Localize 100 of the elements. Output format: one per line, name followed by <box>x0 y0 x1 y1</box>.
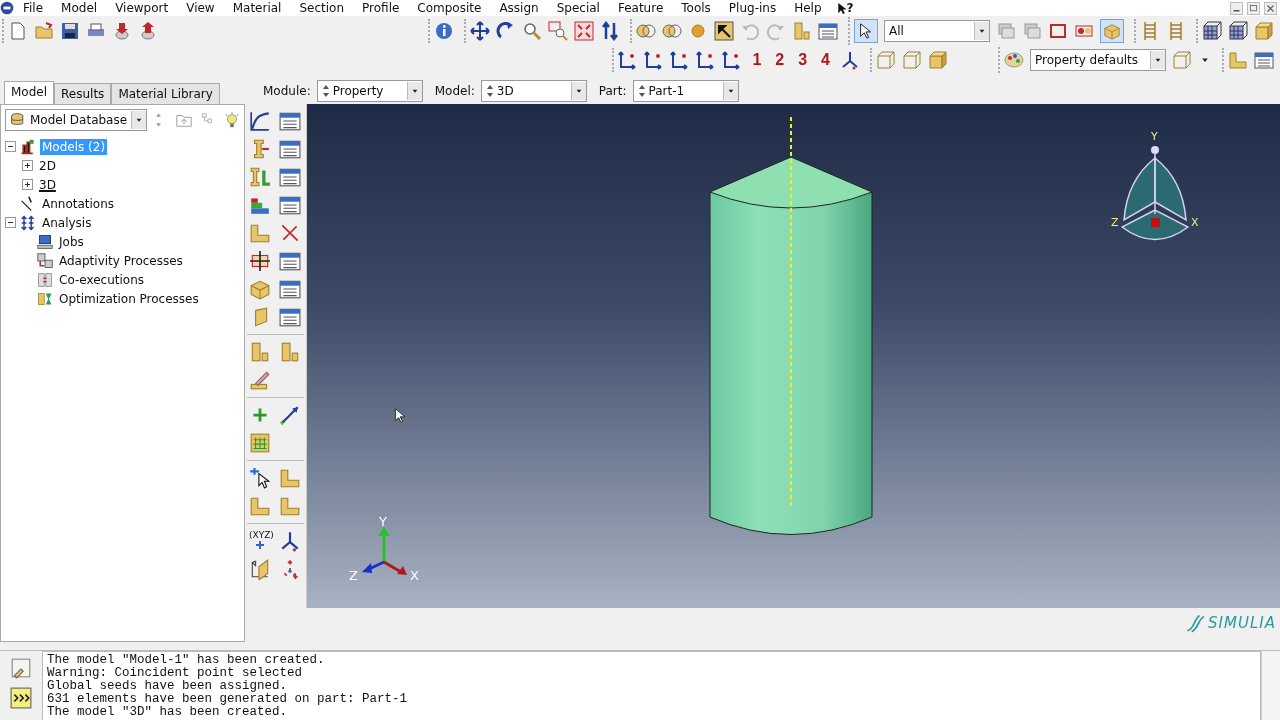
spinner-icon[interactable] <box>485 83 494 99</box>
list-icon[interactable] <box>1254 49 1274 70</box>
computer-icon[interactable] <box>37 233 53 250</box>
list-icon[interactable] <box>279 306 301 328</box>
message-area-icon[interactable] <box>10 657 32 679</box>
message-line: 631 elements have been generated on part: Part-1 <box>47 693 409 706</box>
minimize-icon[interactable] <box>1229 0 1244 16</box>
wireframe-cube-icon[interactable] <box>876 49 896 70</box>
grid-cube-icon[interactable] <box>1202 20 1222 41</box>
view-button[interactable]: 4 <box>817 50 834 69</box>
tab[interactable]: Model <box>4 81 55 104</box>
menu-item[interactable]: Section <box>290 1 354 15</box>
swap-icon[interactable] <box>600 20 620 41</box>
list-icon[interactable] <box>818 20 838 41</box>
triad-icon[interactable] <box>279 530 301 552</box>
cube-icon[interactable] <box>249 278 271 300</box>
grid-cube-icon[interactable] <box>1228 20 1248 41</box>
pointer-icon[interactable] <box>249 467 271 489</box>
menu-item[interactable]: Composite <box>408 1 491 15</box>
tree-source-dropdown[interactable]: Model Database <box>5 109 148 131</box>
pointer-icon[interactable] <box>714 20 734 41</box>
tree-item[interactable]: Adaptivity Processes <box>57 252 185 269</box>
datum-plane-icon[interactable] <box>249 558 271 580</box>
part-icon[interactable] <box>249 495 271 517</box>
expand-icon[interactable] <box>22 179 33 190</box>
menu-item[interactable]: View <box>177 1 224 15</box>
crosshair-icon[interactable] <box>249 250 271 272</box>
tab[interactable]: Results <box>54 83 112 104</box>
restore-icon[interactable] <box>1246 0 1261 16</box>
menu-item[interactable]: Viewport <box>106 1 178 15</box>
part-icon[interactable] <box>279 341 301 363</box>
pencil-icon[interactable] <box>249 369 271 391</box>
command-prompt-icon[interactable] <box>10 687 32 709</box>
cube-icon[interactable] <box>1254 20 1274 41</box>
list-icon[interactable] <box>279 166 301 188</box>
context-dropdown[interactable]: Part-1 <box>632 80 739 102</box>
wireframe-cube-icon[interactable] <box>1172 49 1192 70</box>
fit-view-icon[interactable] <box>574 20 594 41</box>
menu-item[interactable]: Help <box>785 1 831 15</box>
info-icon[interactable] <box>434 20 454 41</box>
bracket-icon[interactable] <box>279 495 301 517</box>
tab[interactable]: Material Library <box>111 83 220 104</box>
shaded-cube-icon[interactable] <box>928 49 948 70</box>
color-code-dropdown[interactable]: Property defaults <box>1030 48 1166 71</box>
app-menu-icon[interactable] <box>0 1 14 15</box>
menu-item[interactable]: Tools <box>672 1 720 15</box>
bracket-icon[interactable] <box>249 222 271 244</box>
tree-item[interactable]: Co-executions <box>57 271 146 288</box>
menu-item[interactable]: Assign <box>490 1 548 15</box>
menu-item[interactable]: Material <box>223 1 291 15</box>
beam-icon[interactable] <box>249 166 271 188</box>
blocks-icon[interactable] <box>37 290 53 307</box>
csys-tool[interactable]: (XYZ) <box>249 530 271 552</box>
new-file-icon[interactable] <box>8 20 28 41</box>
bracket-icon[interactable] <box>279 467 301 489</box>
menu-item[interactable]: Feature <box>608 1 673 15</box>
spinner-icon[interactable] <box>637 83 646 99</box>
whats-this-button[interactable]: ? <box>836 1 854 15</box>
palette-icon[interactable] <box>1004 49 1024 70</box>
pan-icon[interactable] <box>470 20 490 41</box>
open-folder-icon[interactable] <box>34 20 54 41</box>
menu-item[interactable]: File <box>14 1 53 15</box>
box-zoom-icon[interactable] <box>548 20 568 41</box>
panels-icon[interactable] <box>37 271 53 288</box>
curve-icon[interactable] <box>249 110 271 132</box>
wireframe-cube-icon[interactable] <box>902 49 922 70</box>
save-icon[interactable] <box>60 20 80 41</box>
zoom-icon[interactable] <box>522 20 542 41</box>
collapse-icon[interactable] <box>5 141 16 152</box>
spinner-icon[interactable] <box>321 83 330 99</box>
menu-item[interactable]: Plug-ins <box>719 1 786 15</box>
context-dropdown[interactable]: 3D <box>480 80 587 102</box>
menu-item[interactable]: Model <box>52 1 107 15</box>
tree-item[interactable]: Analysis <box>40 214 94 231</box>
view-button[interactable]: 2 <box>771 50 789 69</box>
list-icon[interactable] <box>279 194 301 216</box>
view-button[interactable]: 3 <box>794 50 812 69</box>
tree-item[interactable]: 2D <box>37 157 58 174</box>
tree-item[interactable]: Optimization Processes <box>57 290 201 307</box>
chart-icon[interactable] <box>20 138 36 155</box>
list-icon[interactable] <box>279 278 301 300</box>
tree-item[interactable]: Annotations <box>40 195 117 212</box>
tree-item[interactable]: 3D <box>37 176 58 193</box>
view-button[interactable]: 1 <box>748 50 766 69</box>
close-icon[interactable] <box>1263 0 1278 16</box>
viewport[interactable]: Y Z X Y Z X <box>307 104 1280 608</box>
context-dropdown[interactable]: Property <box>316 80 423 102</box>
part-icon[interactable] <box>249 341 271 363</box>
list-icon[interactable] <box>279 138 301 160</box>
menu-item[interactable]: Special <box>547 1 609 15</box>
menu-item[interactable]: Profile <box>353 1 409 15</box>
selection-filter-dropdown[interactable]: All <box>884 19 990 42</box>
scrollbar[interactable] <box>1261 651 1280 720</box>
expand-icon[interactable] <box>22 160 33 171</box>
list-icon[interactable] <box>279 110 301 132</box>
list-icon[interactable] <box>279 250 301 272</box>
arrows-icon[interactable] <box>20 214 36 231</box>
collapse-icon[interactable] <box>5 217 16 228</box>
tree-item[interactable]: Jobs <box>57 233 86 250</box>
triad-icon[interactable] <box>840 49 860 70</box>
